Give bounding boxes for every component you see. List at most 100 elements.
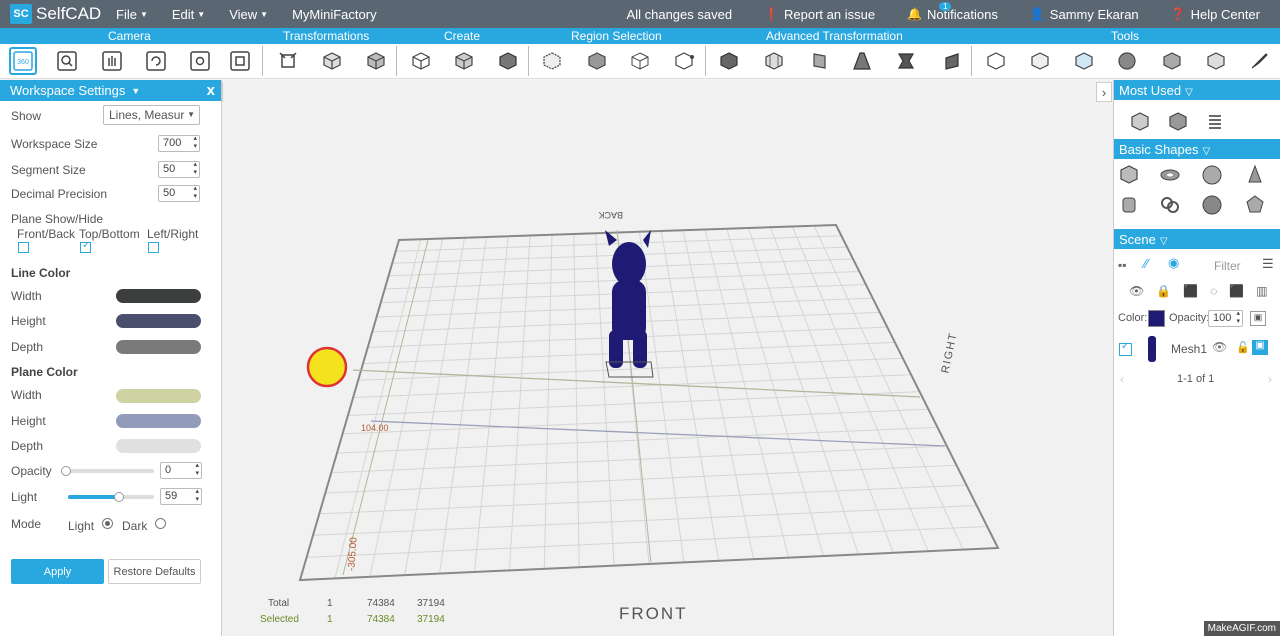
mesh1-lock-icon[interactable]: 🔓 — [1236, 341, 1250, 354]
light-slider-handle[interactable] — [113, 492, 124, 502]
tool-simplify[interactable] — [1158, 47, 1186, 75]
mesh1-name[interactable]: Mesh1 — [1171, 342, 1207, 356]
object-opacity-input[interactable]: 100 — [1208, 310, 1243, 327]
basic-shapes-header[interactable]: Basic Shapes ▽ — [1114, 139, 1280, 159]
light-input[interactable]: 59 — [160, 488, 202, 505]
tool-subdivide[interactable] — [760, 47, 788, 75]
scene-group-icon[interactable]: ▪▪ — [1118, 258, 1127, 272]
tool-sphere[interactable] — [1113, 47, 1141, 75]
tool-select-edge[interactable] — [626, 47, 654, 75]
tool-360-view[interactable]: 360 — [9, 47, 37, 75]
tool-select-vertex[interactable] — [670, 47, 698, 75]
tool-sculpt[interactable] — [1245, 47, 1273, 75]
workspace-size-input[interactable]: 700 — [158, 135, 200, 152]
app-logo[interactable]: SC SelfCAD — [0, 4, 110, 24]
left-right-checkbox[interactable] — [148, 242, 159, 253]
help-center-link[interactable]: ❓ Help Center — [1171, 7, 1260, 22]
tool-create-box[interactable] — [450, 47, 478, 75]
shape-sphere-icon[interactable] — [1200, 163, 1224, 187]
tool-bevel[interactable] — [805, 47, 833, 75]
user-menu[interactable]: 👤 Sammy Ekaran — [1030, 7, 1139, 22]
scene-object-actions[interactable]: 👁🔒⬛◌⬛▥ — [1129, 284, 1280, 298]
most-used-scale-icon[interactable] — [1128, 110, 1152, 134]
tool-bend[interactable] — [938, 47, 966, 75]
object-color-swatch[interactable] — [1148, 310, 1165, 327]
3d-viewport[interactable]: BACK FRONT RIGHT 104.00 -305.00 Total 1 … — [223, 80, 1113, 636]
next-page-icon[interactable]: › — [1268, 372, 1272, 386]
opacity-slider-handle[interactable] — [61, 466, 71, 476]
tool-select-region[interactable] — [538, 47, 566, 75]
tool-zoom[interactable] — [53, 47, 81, 75]
opacity-slider[interactable] — [64, 469, 154, 473]
tool-create-sketch[interactable] — [494, 47, 522, 75]
menu-myminifactory[interactable]: MyMiniFactory — [292, 7, 377, 22]
plane-height-color-swatch[interactable] — [116, 414, 201, 428]
most-used-spring-icon[interactable] — [1203, 110, 1227, 134]
line-depth-color-swatch[interactable] — [116, 340, 201, 354]
mesh1-checkbox[interactable] — [1119, 341, 1132, 356]
shape-cylinder-icon[interactable] — [1117, 193, 1141, 217]
chevron-down-icon: ▼ — [187, 110, 195, 119]
tool-repair[interactable] — [1202, 47, 1230, 75]
tool-create-shape[interactable] — [407, 47, 435, 75]
bevel-icon — [813, 53, 826, 69]
tool-reset-view[interactable] — [226, 47, 254, 75]
scene-filter-input[interactable]: Filter — [1196, 255, 1256, 275]
tool-camera-settings[interactable] — [186, 47, 214, 75]
light-slider[interactable] — [68, 495, 154, 499]
report-issue-link[interactable]: ❗ Report an issue — [764, 7, 875, 22]
prev-page-icon[interactable]: ‹ — [1120, 372, 1124, 386]
shape-polyhedron-icon[interactable] — [1243, 193, 1267, 217]
mode-light-radio[interactable] — [102, 518, 113, 529]
collapse-right-panel-button[interactable]: › — [1096, 82, 1112, 102]
most-used-rotate-icon[interactable] — [1166, 110, 1190, 134]
tool-extrude[interactable] — [715, 47, 743, 75]
plane-width-color-swatch[interactable] — [116, 389, 201, 403]
menu-edit[interactable]: Edit ▼ — [172, 7, 205, 22]
tool-select-face[interactable] — [583, 47, 611, 75]
close-button[interactable]: x — [207, 82, 215, 99]
notifications-link[interactable]: 🔔 Notifications — [907, 7, 998, 22]
mesh1-cube-icon[interactable]: ▣ — [1252, 340, 1268, 355]
line-width-color-swatch[interactable] — [116, 289, 201, 303]
cube-dark-icon — [499, 52, 517, 70]
scene-eye-icon[interactable]: ◉ — [1168, 255, 1179, 271]
restore-defaults-button[interactable]: Restore Defaults — [108, 559, 201, 584]
object-settings-button[interactable]: ▣ — [1250, 311, 1266, 326]
shape-cone-icon[interactable] — [1243, 163, 1267, 187]
tool-taper[interactable] — [848, 47, 876, 75]
bend-icon — [945, 53, 959, 70]
scene-filter-icon[interactable]: ☰ — [1262, 256, 1274, 272]
menu-view[interactable]: View ▼ — [229, 7, 268, 22]
mesh1-visibility-icon[interactable]: 👁 — [1212, 340, 1227, 354]
apply-button[interactable]: Apply — [11, 559, 104, 584]
chevron-down-icon[interactable]: ▼ — [131, 86, 140, 96]
tool-scale[interactable] — [318, 47, 346, 75]
shape-geosphere-icon[interactable] — [1200, 193, 1224, 217]
tool-twist[interactable] — [892, 47, 920, 75]
shape-cube-icon[interactable] — [1117, 163, 1141, 187]
scene-header[interactable]: Scene ▽ — [1114, 229, 1280, 249]
shape-torus-icon[interactable] — [1158, 163, 1182, 187]
show-select[interactable]: Lines, Measur ▼ — [103, 105, 200, 125]
tool-move[interactable] — [274, 47, 302, 75]
decimal-precision-input[interactable]: 50 — [158, 185, 200, 202]
menu-file[interactable]: File ▼ — [116, 7, 148, 22]
tool-measure[interactable] — [982, 47, 1010, 75]
plane-depth-color-swatch[interactable] — [116, 439, 201, 453]
opacity-input[interactable]: 0 — [160, 462, 202, 479]
scene-hide-icon[interactable]: ⁄⁄ — [1144, 256, 1148, 271]
stats-total-faces: 37194 — [417, 598, 445, 609]
shape-knot-icon[interactable] — [1158, 193, 1182, 217]
segment-size-input[interactable]: 50 — [158, 161, 200, 178]
tool-fill-hole[interactable] — [1070, 47, 1098, 75]
tool-hollow[interactable] — [1026, 47, 1054, 75]
tool-rotate[interactable] — [362, 47, 390, 75]
tool-rotate-view[interactable] — [142, 47, 170, 75]
line-height-color-swatch[interactable] — [116, 314, 201, 328]
most-used-header[interactable]: Most Used ▽ — [1114, 80, 1280, 100]
top-bottom-checkbox[interactable] — [80, 240, 91, 253]
mode-dark-radio[interactable] — [155, 518, 166, 529]
front-back-checkbox[interactable] — [18, 242, 29, 253]
tool-pan[interactable] — [98, 47, 126, 75]
